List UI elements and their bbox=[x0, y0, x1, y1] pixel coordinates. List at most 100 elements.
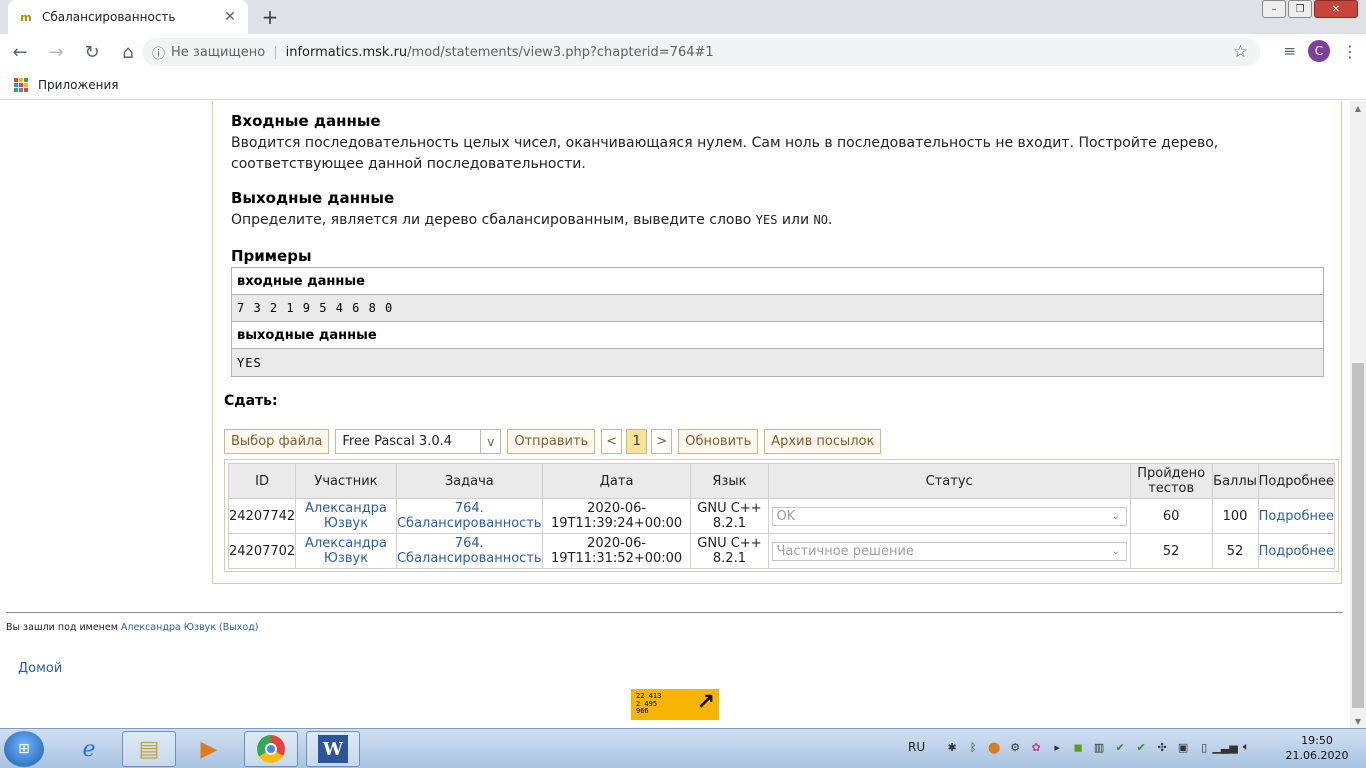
footer-divider bbox=[6, 612, 1343, 613]
network-icon[interactable]: ▁▃▅ bbox=[1212, 739, 1237, 755]
prev-page-button[interactable]: < bbox=[601, 429, 623, 454]
counter-numbers: 22 413 2 495 966 bbox=[636, 693, 661, 716]
close-window-button[interactable]: ✕ bbox=[1314, 0, 1358, 18]
task-link-line-1[interactable]: 764. bbox=[455, 501, 484, 516]
reload-icon[interactable]: ↻ bbox=[76, 36, 108, 68]
choose-file-button[interactable]: Выбор файла bbox=[224, 429, 330, 454]
logged-in-user-link[interactable]: Александра Юзвук (Выход) bbox=[121, 622, 259, 633]
details-link[interactable]: Подробнее bbox=[1259, 544, 1334, 559]
tray-security-icon[interactable]: ✔ bbox=[1133, 739, 1149, 755]
cell-tests: 52 bbox=[1129, 533, 1213, 569]
menu-dots-icon[interactable]: ⋮ bbox=[1342, 42, 1358, 61]
output-heading: Выходные данные bbox=[231, 189, 395, 207]
forward-icon[interactable]: → bbox=[40, 36, 72, 68]
site-favicon-icon: m bbox=[20, 10, 32, 24]
cell-user[interactable]: Александра Юзвук bbox=[295, 533, 397, 569]
user-link-line-1[interactable]: Александра bbox=[305, 501, 387, 516]
start-button[interactable]: ⊞ bbox=[4, 731, 44, 767]
output-description: Определите, является ли дерево сбалансир… bbox=[231, 210, 832, 231]
current-page-button[interactable]: 1 bbox=[626, 429, 648, 454]
address-bar[interactable]: ⓘ Не защищено | informatics.msk.ru /mod/… bbox=[142, 38, 1260, 66]
windows-taskbar: ⊞ ℯ ▤ ▶ W RU ✱ ᛒ ⬤ ⚙ ✿ ▸ ◼ ▥ ✔ ✔ ✣ ▣ ▯ ▁… bbox=[0, 728, 1366, 768]
cell-details[interactable]: Подробнее bbox=[1257, 498, 1336, 534]
send-button[interactable]: Отправить bbox=[507, 429, 596, 454]
details-link[interactable]: Подробнее bbox=[1259, 509, 1334, 524]
apps-bookmark-label[interactable]: Приложения bbox=[38, 78, 119, 92]
task-link-line-2[interactable]: Сбалансированность bbox=[397, 551, 542, 566]
home-link[interactable]: Домой bbox=[18, 661, 62, 676]
page-scrollbar[interactable]: ▲ ▼ bbox=[1350, 101, 1366, 728]
user-link-line-1[interactable]: Александра bbox=[305, 536, 387, 551]
file-explorer-icon[interactable]: ▤ bbox=[122, 731, 176, 767]
task-link-line-1[interactable]: 764. bbox=[455, 536, 484, 551]
date-line-2: 19T11:39:24+00:00 bbox=[550, 516, 683, 531]
nvidia-icon[interactable]: ◼ bbox=[1070, 739, 1086, 755]
new-tab-button[interactable]: + bbox=[258, 5, 282, 29]
tray-device-icon[interactable]: ▯ bbox=[1196, 739, 1212, 755]
tray-check-icon[interactable]: ✔ bbox=[1112, 739, 1128, 755]
tray-app-icon[interactable]: ✱ bbox=[944, 739, 960, 755]
url-path: /mod/statements/view3.php?chapterid=764#… bbox=[407, 44, 714, 60]
browser-tab[interactable]: m Сбалансированность ✕ bbox=[8, 0, 248, 34]
tray-orange-icon[interactable]: ⬤ bbox=[986, 739, 1002, 755]
home-icon[interactable]: ⌂ bbox=[112, 36, 144, 68]
bluetooth-icon[interactable]: ᛒ bbox=[965, 739, 981, 755]
chrome-icon[interactable] bbox=[244, 731, 298, 767]
user-link-line-2[interactable]: Юзвук bbox=[324, 516, 368, 531]
task-link-line-2[interactable]: Сбалансированность bbox=[397, 516, 542, 531]
tray-battery-icon[interactable]: ▥ bbox=[1091, 739, 1107, 755]
cell-status: OK ⌄ bbox=[767, 498, 1131, 534]
cell-language: GNU C++ 8.2.1 bbox=[690, 533, 769, 569]
bookmarks-bar: Приложения bbox=[0, 70, 1366, 100]
bookmark-star-icon[interactable]: ☆ bbox=[1233, 42, 1248, 62]
profile-avatar[interactable]: С bbox=[1308, 40, 1330, 62]
chevron-down-icon: ⌄ bbox=[1111, 545, 1120, 557]
output-no-word: NO bbox=[813, 213, 828, 227]
refresh-button[interactable]: Обновить bbox=[678, 429, 759, 454]
user-link-line-2[interactable]: Юзвук bbox=[324, 551, 368, 566]
example-input-value: 7 3 2 1 9 5 4 6 8 0 bbox=[232, 295, 1323, 322]
cell-user[interactable]: Александра Юзвук bbox=[295, 498, 397, 534]
tray-arrow-icon[interactable]: ▸ bbox=[1049, 739, 1065, 755]
volume-icon[interactable]: 🔈︎ bbox=[1238, 739, 1254, 755]
output-text: Определите, является ли дерево сбалансир… bbox=[231, 212, 752, 228]
language-value: Free Pascal 3.0.4 bbox=[342, 434, 452, 449]
scroll-down-icon[interactable]: ▼ bbox=[1350, 714, 1366, 728]
back-icon[interactable]: ← bbox=[4, 36, 36, 68]
internet-explorer-icon[interactable]: ℯ bbox=[62, 731, 116, 767]
window-controls: – ❐ ✕ bbox=[1262, 0, 1358, 18]
scrollbar-thumb[interactable] bbox=[1352, 363, 1364, 708]
tray-colorful-icon[interactable]: ✿ bbox=[1028, 739, 1044, 755]
restore-button[interactable]: ❐ bbox=[1288, 0, 1312, 18]
cell-task[interactable]: 764. Сбалансированность bbox=[395, 533, 543, 569]
table-row: 24207702 Александра Юзвук 764. Сбалансиров… bbox=[227, 533, 1336, 569]
media-player-icon[interactable]: ▶ bbox=[182, 731, 236, 767]
status-select[interactable]: Частичное решение ⌄ bbox=[771, 541, 1127, 561]
browser-toolbar: ← → ↻ ⌂ ⓘ Не защищено | informatics.msk.… bbox=[0, 34, 1366, 70]
tray-monitor-icon[interactable]: ▣ bbox=[1175, 739, 1191, 755]
examples-heading: Примеры bbox=[231, 247, 312, 265]
media-control-icon[interactable]: ≡ bbox=[1283, 42, 1296, 60]
minimize-button[interactable]: – bbox=[1262, 0, 1286, 18]
visit-counter-badge[interactable]: 22 413 2 495 966 ↗ bbox=[631, 689, 719, 720]
language-indicator[interactable]: RU bbox=[908, 740, 925, 754]
close-tab-icon[interactable]: ✕ bbox=[222, 9, 238, 25]
info-icon[interactable]: ⓘ bbox=[152, 43, 165, 62]
language-line-2: 8.2.1 bbox=[712, 551, 746, 566]
submissions-panel: ID Участник Задача Дата Язык Статус Прой… bbox=[224, 459, 1339, 572]
next-page-button[interactable]: > bbox=[651, 429, 673, 454]
archive-button[interactable]: Архив посылок bbox=[764, 429, 882, 454]
language-select[interactable]: Free Pascal 3.0.4 v bbox=[335, 429, 502, 454]
scroll-up-icon[interactable]: ▲ bbox=[1350, 101, 1366, 115]
toolbar-right: ≡ С ⋮ bbox=[1283, 40, 1358, 62]
tray-tool-icon[interactable]: ⚙ bbox=[1007, 739, 1023, 755]
cell-task[interactable]: 764. Сбалансированность bbox=[395, 498, 543, 534]
tray-settings-icon[interactable]: ✣ bbox=[1154, 739, 1170, 755]
cell-date: 2020-06- 19T11:31:52+00:00 bbox=[541, 533, 692, 569]
word-icon[interactable]: W bbox=[306, 731, 360, 767]
apps-grid-icon[interactable] bbox=[14, 77, 28, 92]
status-select[interactable]: OK ⌄ bbox=[771, 506, 1127, 526]
cell-details[interactable]: Подробнее bbox=[1257, 533, 1336, 569]
cell-date: 2020-06- 19T11:39:24+00:00 bbox=[541, 498, 692, 534]
taskbar-clock[interactable]: 19:50 21.06.2020 bbox=[1282, 733, 1352, 763]
